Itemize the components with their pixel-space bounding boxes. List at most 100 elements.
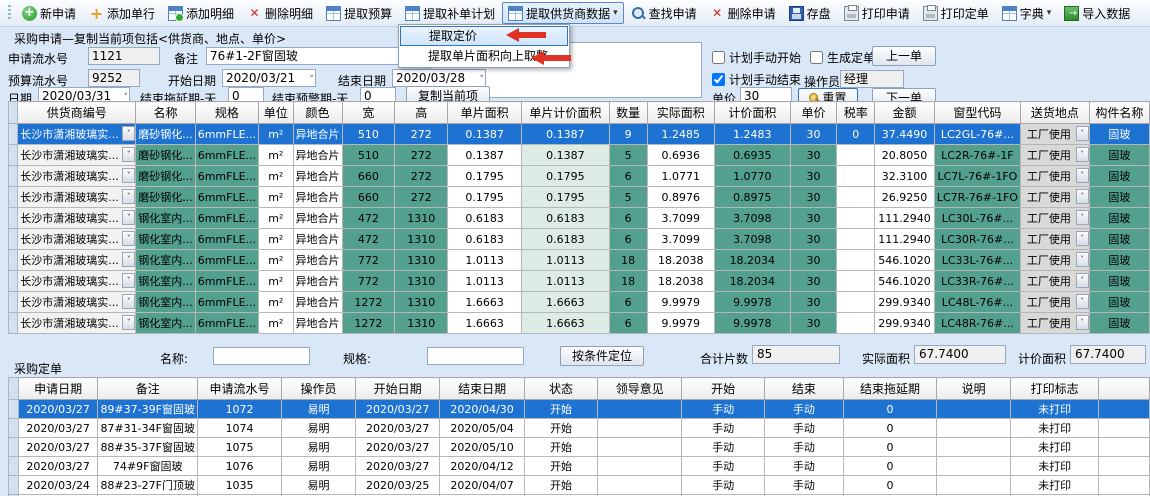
toolbar-button[interactable]: 删除明细 bbox=[241, 2, 319, 24]
filter-spec-input[interactable] bbox=[427, 347, 524, 365]
chevron-down-icon[interactable]: ˅ bbox=[1076, 231, 1089, 246]
table-cell[interactable]: 2020/05/10 bbox=[440, 438, 524, 457]
table-cell[interactable]: 74#9F窗固玻 bbox=[98, 457, 198, 476]
table-cell[interactable]: 异地合片 bbox=[293, 313, 342, 334]
table-cell[interactable]: 固玻 bbox=[1089, 124, 1149, 145]
table-cell[interactable]: 5 bbox=[609, 145, 647, 166]
table-cell[interactable]: m² bbox=[259, 187, 293, 208]
table-cell[interactable]: LC30L-76#... bbox=[934, 208, 1020, 229]
table-cell[interactable]: 钢化室内... bbox=[136, 229, 196, 250]
table-cell[interactable]: 6 bbox=[609, 292, 647, 313]
table-cell[interactable]: 固玻 bbox=[1089, 250, 1149, 271]
table-cell[interactable]: 钢化室内... bbox=[136, 208, 196, 229]
column-header[interactable]: 操作员 bbox=[282, 378, 356, 400]
table-cell[interactable]: 37.4490 bbox=[875, 124, 935, 145]
column-header[interactable]: 结束日期 bbox=[440, 378, 524, 400]
table-cell[interactable]: 异地合片 bbox=[293, 229, 342, 250]
table-cell[interactable]: 1.0113 bbox=[448, 250, 522, 271]
chevron-down-icon[interactable]: ˅ bbox=[1076, 294, 1089, 309]
row-selector[interactable] bbox=[9, 476, 19, 495]
previous-order-button[interactable]: 上一单 bbox=[872, 46, 936, 66]
table-cell[interactable]: 易明 bbox=[282, 419, 356, 438]
table-row[interactable]: 2020/03/2789#37-39F窗固玻1072易明2020/03/2720… bbox=[9, 400, 1150, 419]
table-cell[interactable]: 手动 bbox=[765, 457, 843, 476]
table-cell[interactable] bbox=[837, 313, 875, 334]
table-cell[interactable]: 9 bbox=[609, 124, 647, 145]
chevron-down-icon[interactable]: ▾ bbox=[613, 8, 618, 18]
column-header[interactable]: 税率 bbox=[837, 102, 875, 124]
column-header[interactable]: 送货地点 bbox=[1020, 102, 1089, 124]
table-cell[interactable]: 2020/03/25 bbox=[355, 476, 439, 495]
table-cell[interactable]: 1.0113 bbox=[522, 250, 610, 271]
table-cell[interactable]: 2020/03/27 bbox=[355, 438, 439, 457]
table-cell[interactable]: 0 bbox=[837, 124, 875, 145]
end-date-combo[interactable]: 2020/03/28˅ bbox=[392, 69, 486, 87]
table-cell[interactable]: 手动 bbox=[682, 476, 765, 495]
toolbar-button[interactable]: 导入数据 bbox=[1058, 2, 1136, 24]
table-cell[interactable]: 30 bbox=[790, 187, 837, 208]
table-cell[interactable]: 开始 bbox=[524, 476, 597, 495]
table-cell[interactable]: 89#37-39F窗固玻 bbox=[98, 400, 198, 419]
table-cell[interactable]: 1.6663 bbox=[448, 313, 522, 334]
table-cell[interactable]: 固玻 bbox=[1089, 271, 1149, 292]
table-cell[interactable] bbox=[837, 229, 875, 250]
table-cell[interactable]: 0.1387 bbox=[448, 145, 522, 166]
row-selector[interactable] bbox=[9, 187, 18, 208]
table-cell[interactable]: 272 bbox=[395, 166, 448, 187]
start-date-combo[interactable]: 2020/03/21˅ bbox=[222, 69, 316, 87]
chevron-down-icon[interactable]: ˅ bbox=[122, 189, 135, 204]
table-row[interactable]: 长沙市潇湘玻璃实...˅磨砂钢化...6mmFLE...m²异地合片660272… bbox=[9, 166, 1150, 187]
table-cell[interactable]: 1.6663 bbox=[522, 313, 610, 334]
table-cell[interactable]: 2020/04/30 bbox=[440, 400, 524, 419]
supplier-cell[interactable]: 长沙市潇湘玻璃实...˅ bbox=[18, 166, 136, 187]
column-header[interactable]: 结束 bbox=[765, 378, 843, 400]
table-cell[interactable]: 异地合片 bbox=[293, 145, 342, 166]
table-cell[interactable]: m² bbox=[259, 208, 293, 229]
table-cell[interactable]: 固玻 bbox=[1089, 166, 1149, 187]
table-cell[interactable]: 0.6935 bbox=[714, 145, 790, 166]
table-cell[interactable]: 异地合片 bbox=[293, 187, 342, 208]
table-cell[interactable]: 18 bbox=[609, 271, 647, 292]
table-cell[interactable]: LC30R-76#... bbox=[934, 229, 1020, 250]
table-cell[interactable]: 磨砂钢化... bbox=[136, 187, 196, 208]
table-cell[interactable]: 6 bbox=[609, 208, 647, 229]
toolbar-grip[interactable] bbox=[8, 5, 11, 21]
table-cell[interactable]: 87#31-34F窗固玻 bbox=[98, 419, 198, 438]
table-cell[interactable]: 钢化室内... bbox=[136, 313, 196, 334]
table-cell[interactable]: 易明 bbox=[282, 438, 356, 457]
table-cell[interactable] bbox=[837, 166, 875, 187]
table-cell[interactable]: 未打印 bbox=[1010, 476, 1099, 495]
table-cell[interactable]: 手动 bbox=[682, 419, 765, 438]
table-cell[interactable]: 2020/04/07 bbox=[440, 476, 524, 495]
row-selector[interactable] bbox=[9, 400, 19, 419]
table-row[interactable]: 2020/03/2774#9F窗固玻1076易明2020/03/272020/0… bbox=[9, 457, 1150, 476]
row-selector[interactable] bbox=[9, 313, 18, 334]
table-cell[interactable]: 2020/03/27 bbox=[355, 419, 439, 438]
table-cell[interactable]: 手动 bbox=[765, 476, 843, 495]
table-cell[interactable]: 固玻 bbox=[1089, 229, 1149, 250]
table-cell[interactable]: 1272 bbox=[342, 292, 395, 313]
toolbar-button[interactable]: 删除申请 bbox=[704, 2, 782, 24]
table-cell[interactable]: 0.6183 bbox=[522, 208, 610, 229]
chevron-down-icon[interactable]: ˅ bbox=[122, 315, 135, 330]
chevron-down-icon[interactable]: ˅ bbox=[1076, 168, 1089, 183]
table-cell[interactable]: 1.2483 bbox=[714, 124, 790, 145]
table-cell[interactable]: 9.9978 bbox=[714, 292, 790, 313]
table-cell[interactable]: 1.0770 bbox=[714, 166, 790, 187]
table-cell[interactable]: 30 bbox=[790, 292, 837, 313]
table-cell[interactable]: 18.2034 bbox=[714, 271, 790, 292]
table-cell[interactable]: 6mmFLE... bbox=[195, 271, 258, 292]
table-cell[interactable]: 6mmFLE... bbox=[195, 250, 258, 271]
row-selector[interactable] bbox=[9, 457, 19, 476]
table-cell[interactable]: 易明 bbox=[282, 400, 356, 419]
column-header[interactable]: 申请日期 bbox=[18, 378, 98, 400]
table-cell[interactable]: 546.1020 bbox=[875, 271, 935, 292]
table-cell[interactable]: 18.2038 bbox=[647, 271, 714, 292]
table-row[interactable]: 2020/03/2488#23-27F门顶玻1035易明2020/03/2520… bbox=[9, 476, 1150, 495]
table-cell[interactable]: 手动 bbox=[765, 438, 843, 457]
table-cell[interactable]: 开始 bbox=[524, 419, 597, 438]
delivery-cell[interactable]: 工厂使用˅ bbox=[1020, 313, 1089, 334]
table-row[interactable]: 长沙市潇湘玻璃实...˅钢化室内...6mmFLE...m²异地合片127213… bbox=[9, 313, 1150, 334]
remark-field[interactable]: 76#1-2F窗固玻 bbox=[206, 47, 410, 65]
table-cell[interactable]: 3.7098 bbox=[714, 208, 790, 229]
